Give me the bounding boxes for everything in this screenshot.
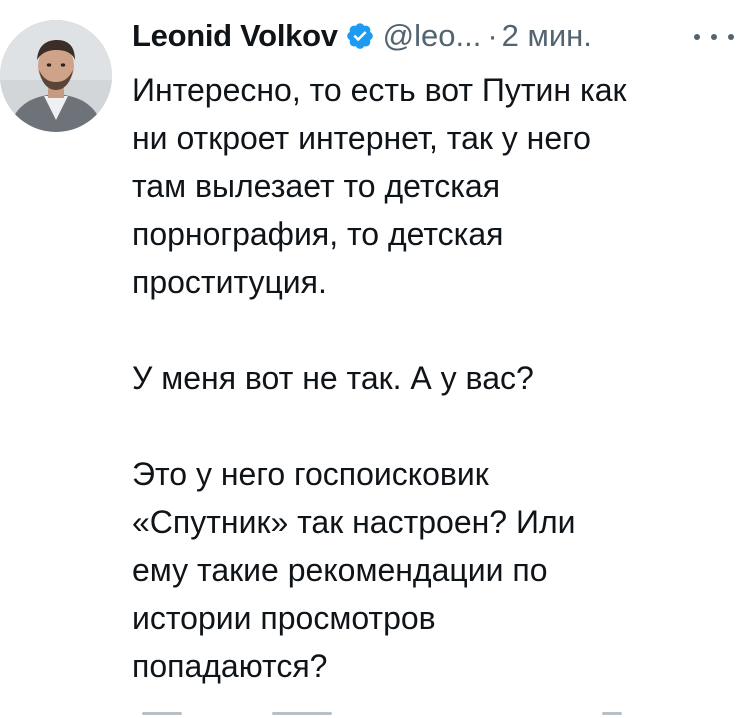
author-name[interactable]: Leonid Volkov	[132, 14, 338, 58]
tweet-timestamp[interactable]: 2 мин.	[502, 14, 592, 58]
tweet-line: «Спутник» так настроен? Или	[132, 504, 576, 540]
tweet-paragraph-3: Это у него госпоисковик «Спутник» так на…	[132, 450, 732, 690]
author-handle[interactable]: @leo...	[383, 14, 482, 58]
avatar[interactable]	[0, 20, 112, 132]
tweet-paragraph-2: У меня вот не так. А у вас?	[132, 354, 732, 402]
separator-dot: ·	[487, 18, 498, 53]
tweet-paragraph-1: Интересно, то есть вот Путин как ни откр…	[132, 66, 732, 306]
more-options-icon[interactable]	[694, 22, 734, 52]
tweet-line: Это у него госпоисковик	[132, 456, 489, 492]
tweet-text: Интересно, то есть вот Путин как ни откр…	[132, 66, 732, 690]
tweet-line: там вылезает то детская	[132, 168, 501, 204]
tweet-line: У меня вот не так. А у вас?	[132, 360, 534, 396]
avatar-photo	[0, 20, 112, 132]
tweet-header: Leonid Volkov @leo... · 2 мин.	[132, 14, 592, 58]
tweet-line: проституция.	[132, 264, 327, 300]
tweet-line: ему такие рекомендации по	[132, 552, 548, 588]
tweet: Leonid Volkov @leo... · 2 мин. Интересно…	[0, 0, 746, 717]
tweet-line: Интересно, то есть вот Путин как	[132, 72, 627, 108]
tweet-line: истории просмотров	[132, 600, 436, 636]
tweet-line: порнография, то детская	[132, 216, 504, 252]
tweet-line: ни откроет интернет, так у него	[132, 120, 591, 156]
tweet-line: попадаются?	[132, 648, 328, 684]
verified-badge-icon	[345, 21, 375, 51]
